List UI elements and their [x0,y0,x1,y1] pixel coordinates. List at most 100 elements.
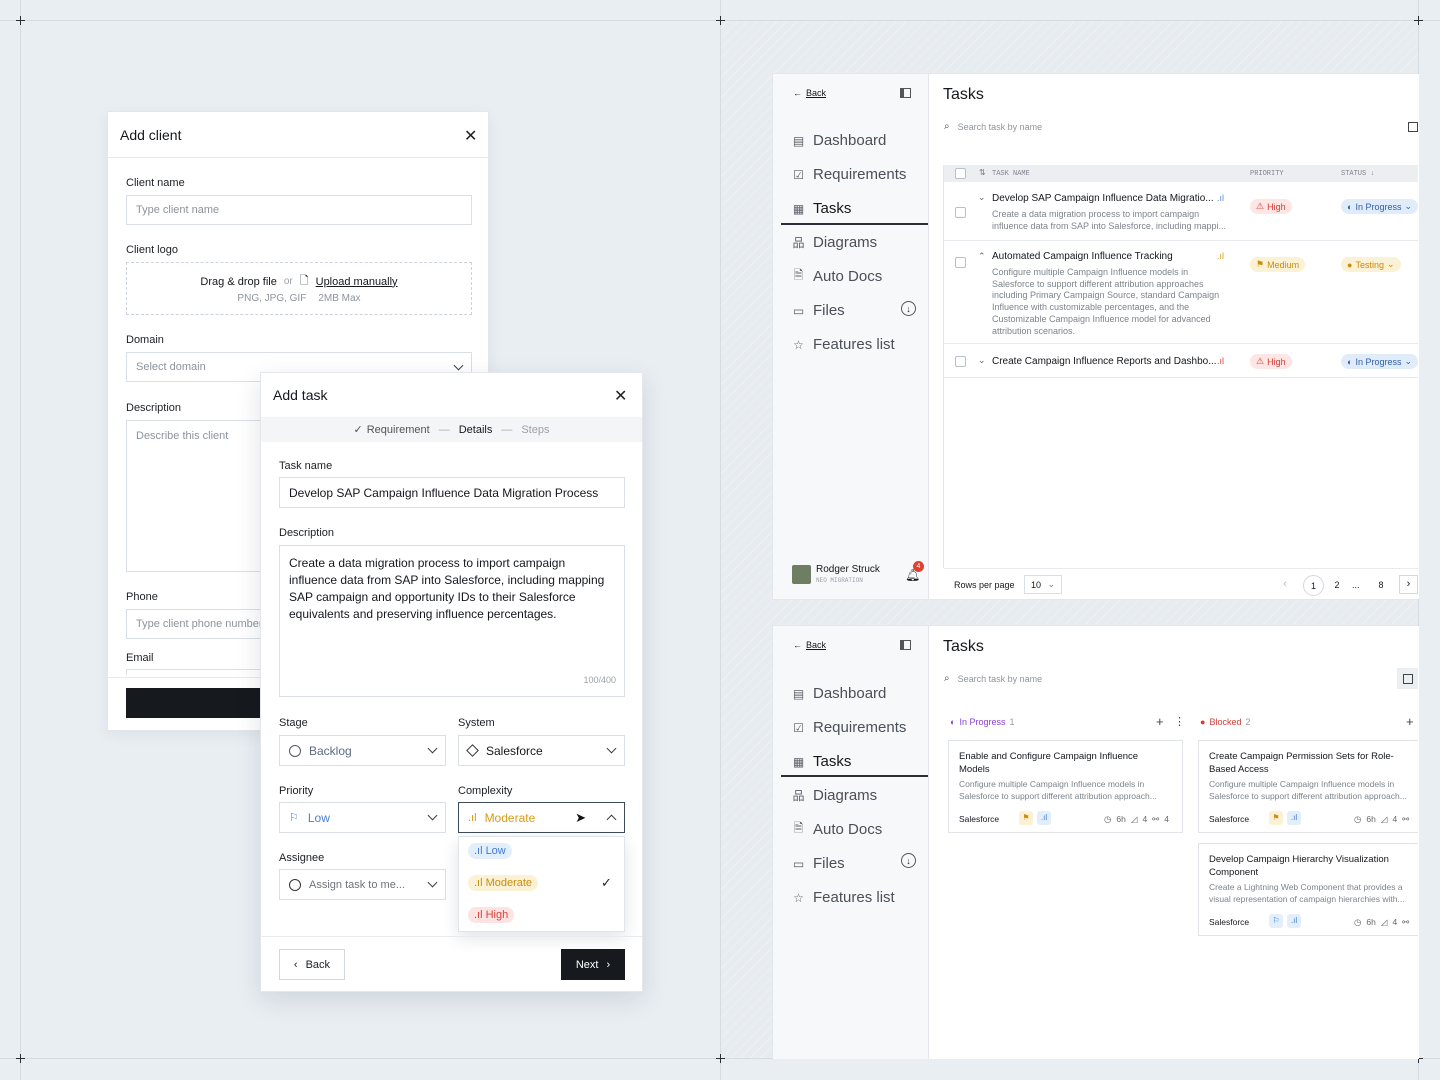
page-1[interactable]: 1 [1303,575,1324,596]
row-checkbox[interactable] [955,356,966,367]
document-icon: 🗎 [793,821,804,835]
check-icon: ✓ [601,875,612,890]
next-button[interactable]: Next › [561,949,625,980]
footer-divider [944,568,1418,569]
complexity-select[interactable]: .ıl Moderate ➤ [458,802,625,833]
sidebar-item-files[interactable]: ▭ Files [792,302,845,319]
step-details[interactable]: Details [459,424,493,436]
sidebar-item-diagrams[interactable]: 品 Diagrams [792,787,877,804]
star-icon: ☆ [793,337,804,352]
row-checkbox[interactable] [955,257,966,268]
stage-select[interactable]: Backlog [279,735,446,766]
sidebar-toggle-icon[interactable] [900,640,911,650]
search-bar[interactable]: ⌕ Search task by name [944,121,1042,132]
page-2[interactable]: 2 [1330,580,1344,590]
sidebar-item-tasks[interactable]: ▦ Tasks [792,753,852,770]
column-status[interactable]: STATUS ↓ [1341,170,1375,178]
status-badge[interactable]: ● Testing ⌄ [1341,257,1401,272]
step-steps[interactable]: Steps [521,424,549,436]
sidebar-item-features-list[interactable]: ☆ Features list [792,336,895,353]
download-icon[interactable]: ↓ [901,301,916,316]
description-textarea[interactable]: Create a data migration process to impor… [279,545,625,697]
column-priority[interactable]: PRIORITY [1250,170,1284,178]
view-toggle-icon[interactable] [1408,122,1418,132]
dashboard-icon: ▤ [792,133,805,148]
assignee-select[interactable]: Assign task to me... [279,869,446,900]
rows-per-page-select[interactable]: 10 ⌄ [1024,575,1062,594]
avatar[interactable] [792,565,811,584]
column-task-name[interactable]: TASK NAME [992,170,1030,178]
back-button[interactable]: ‹ Back [279,949,345,980]
client-logo-label: Client logo [126,244,178,256]
add-task-icon[interactable]: + [1156,714,1164,729]
task-name-value: Develop SAP Campaign Influence Data Migr… [289,485,599,500]
sidebar-back-link[interactable]: ← Back [793,88,826,98]
sidebar-item-files[interactable]: ▭ Files [792,855,845,872]
star-icon: ☆ [793,890,804,905]
priority-select[interactable]: ⚐ Low [279,802,446,833]
sidebar-item-dashboard[interactable]: ▤ Dashboard [792,685,887,702]
row-checkbox[interactable] [955,207,966,218]
page-title: Tasks [943,86,984,103]
row-divider [944,240,1418,241]
sort-icon[interactable]: ⇅ [979,168,986,177]
client-name-label: Client name [126,177,185,189]
task-name[interactable]: Create Campaign Influence Reports and Da… [992,356,1217,367]
complexity-icon: .ıl [1037,811,1051,825]
file-icon: 🗋 [299,275,309,287]
prev-page-button[interactable]: ‹ [1276,576,1294,594]
chevron-down-icon [427,877,438,888]
like-icon: ◿ [1380,814,1388,824]
task-description: Configure multiple Campaign Influence mo… [992,267,1220,336]
email-label: Email [126,652,154,664]
sidebar-item-requirements[interactable]: ☑ Requirements [792,719,906,736]
chevron-down-icon[interactable]: ⌄ [978,355,986,366]
stage-label: Stage [279,717,308,729]
more-icon[interactable]: ⋮ [1174,715,1185,728]
phone-placeholder: Type client phone number [136,618,263,630]
sidebar-item-auto-docs[interactable]: 🗎 Auto Docs [792,268,883,285]
option-moderate[interactable]: .ıl Moderate [468,875,539,891]
upload-manually-link[interactable]: Upload manually [316,276,398,288]
description-placeholder: Describe this client [136,430,229,442]
task-card[interactable]: Create Campaign Permission Sets for Role… [1198,740,1418,833]
system-select[interactable]: Salesforce [458,735,625,766]
priority-badge: ⚠ High [1250,354,1292,369]
system-tag: Salesforce [959,814,1000,824]
sidebar-item-dashboard[interactable]: ▤ Dashboard [792,132,887,149]
view-toggle-button[interactable] [1397,668,1418,689]
sidebar-item-diagrams[interactable]: 品 Diagrams [792,234,877,251]
close-icon[interactable]: ✕ [464,126,477,146]
close-icon[interactable]: ✕ [614,386,627,406]
sidebar-toggle-icon[interactable] [900,88,911,98]
option-high[interactable]: .ıl High [468,907,515,923]
option-low[interactable]: .ıl Low [468,843,512,859]
sidebar-item-features-list[interactable]: ☆ Features list [792,889,895,906]
download-icon[interactable]: ↓ [901,853,916,868]
sidebar-back-link[interactable]: ← Back [793,640,826,650]
page-8[interactable]: 8 [1374,580,1388,590]
sidebar-item-tasks[interactable]: ▦ Tasks [792,200,852,217]
chevron-up-icon[interactable]: ⌃ [978,251,986,262]
status-badge[interactable]: ◐ In Progress ⌄ [1341,354,1418,369]
divider [261,936,642,937]
add-task-icon[interactable]: + [1406,714,1414,729]
sidebar-item-requirements[interactable]: ☑ Requirements [792,166,906,183]
next-page-button[interactable]: › [1399,575,1418,594]
client-name-input[interactable]: Type client name [126,195,472,225]
system-value: Salesforce [486,743,543,758]
logo-dropzone[interactable]: Drag & drop file or 🗋 Upload manually PN… [126,262,472,315]
link-icon: ⚯ [1152,814,1160,824]
sidebar-item-auto-docs[interactable]: 🗎 Auto Docs [792,821,883,838]
task-name[interactable]: Automated Campaign Influence Tracking [992,251,1173,262]
task-name-input[interactable]: Develop SAP Campaign Influence Data Migr… [279,477,625,508]
status-badge[interactable]: ◐ In Progress ⌄ [1341,199,1418,214]
select-all-checkbox[interactable] [955,168,966,179]
chevron-down-icon[interactable]: ⌄ [978,192,986,203]
search-bar[interactable]: ⌕ Search task by name [944,673,1042,684]
step-requirement[interactable]: Requirement [367,424,430,436]
card-description: Create a Lightning Web Component that pr… [1209,882,1405,904]
task-name[interactable]: Develop SAP Campaign Influence Data Migr… [992,193,1214,204]
task-card[interactable]: Enable and Configure Campaign Influence … [948,740,1183,833]
task-card[interactable]: Develop Campaign Hierarchy Visualization… [1198,843,1418,936]
